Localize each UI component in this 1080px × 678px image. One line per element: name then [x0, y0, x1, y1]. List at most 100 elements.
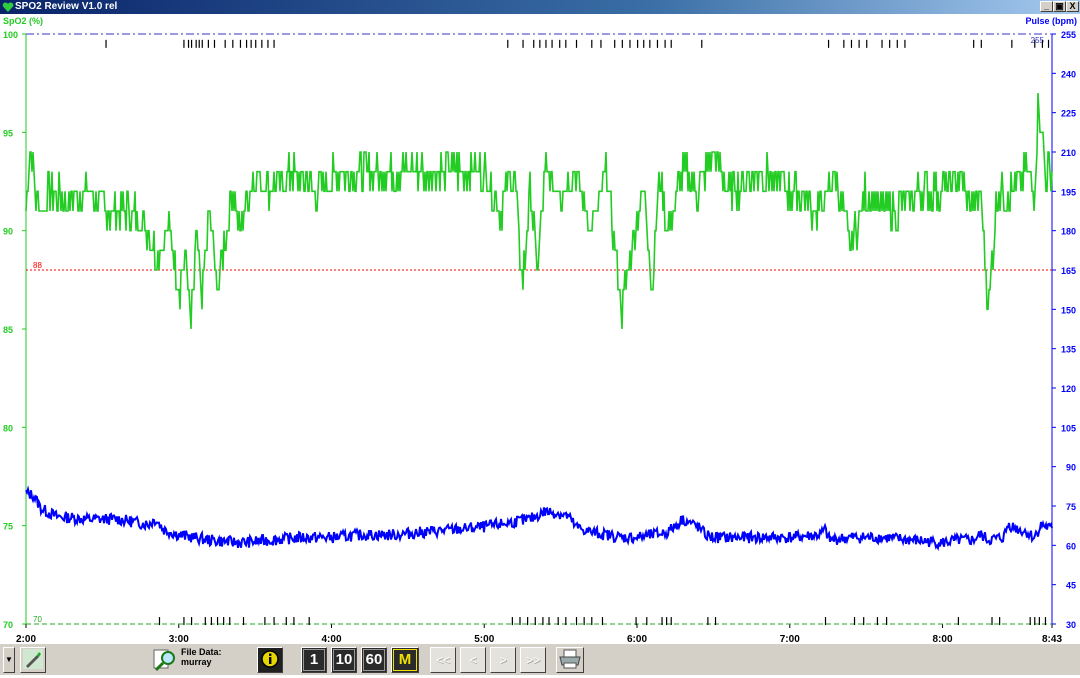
event-marker-top [190, 39, 193, 48]
pen-icon [23, 649, 43, 669]
probe-button[interactable] [20, 647, 46, 673]
nav-prev-button[interactable]: < [460, 647, 486, 673]
nav-last-button[interactable]: >> [520, 647, 546, 673]
right-tick-label: 180 [1061, 227, 1076, 237]
event-marker-top [207, 39, 209, 48]
x-tick-label: 7:00 [780, 634, 800, 643]
event-marker-bottom [957, 617, 959, 626]
right-tick-label: 210 [1061, 148, 1076, 158]
scale-1-label: 1 [303, 649, 325, 671]
right-tick-label: 165 [1061, 266, 1076, 276]
event-marker-top [670, 39, 672, 48]
event-marker-top [533, 39, 535, 48]
event-marker-top [232, 39, 234, 48]
event-marker-bottom [183, 617, 185, 626]
event-marker-bottom [511, 617, 513, 626]
event-marker-top [213, 39, 216, 48]
event-marker-bottom [293, 617, 295, 626]
event-marker-top [224, 39, 226, 48]
open-file-button[interactable] [152, 647, 178, 673]
event-marker-top [261, 39, 263, 48]
event-marker-bottom [542, 617, 544, 626]
left-tick-label: 100 [3, 30, 18, 40]
scale-1-button[interactable]: 1 [301, 647, 327, 673]
event-marker-bottom [519, 617, 521, 626]
reference-line-label: 88 [33, 261, 42, 270]
event-marker-top [255, 39, 257, 48]
event-marker-bottom [216, 617, 219, 626]
right-tick-label: 150 [1061, 305, 1076, 315]
print-button[interactable] [556, 647, 584, 673]
event-marker-top [522, 39, 524, 48]
info-icon [261, 650, 279, 668]
event-marker-bottom [707, 617, 709, 626]
event-marker-top [858, 39, 860, 48]
event-marker-bottom [527, 617, 529, 626]
x-tick-label: 6:00 [627, 634, 647, 643]
event-marker-top [267, 39, 269, 48]
right-tick-label: 135 [1061, 345, 1076, 355]
restore-button[interactable]: ▣ [1053, 1, 1066, 12]
info-button[interactable] [257, 647, 283, 673]
event-marker-top [105, 39, 107, 48]
minimize-button[interactable]: _ [1040, 1, 1053, 12]
scale-60-button[interactable]: 60 [361, 647, 387, 673]
event-marker-bottom [223, 617, 225, 626]
event-marker-bottom [1034, 617, 1036, 626]
event-marker-bottom [190, 617, 193, 626]
event-marker-top [1034, 39, 1036, 48]
left-tick-label: 75 [3, 522, 13, 532]
left-tick-label: 90 [3, 227, 13, 237]
event-marker-top [575, 39, 578, 48]
right-tick-label: 105 [1061, 423, 1076, 433]
scale-60-label: 60 [363, 649, 385, 671]
event-marker-top [201, 39, 203, 48]
event-marker-bottom [670, 617, 672, 626]
event-marker-top [656, 39, 659, 48]
nav-first-button[interactable]: << [430, 647, 456, 673]
event-marker-top [183, 39, 185, 48]
event-marker-top [896, 39, 898, 48]
event-marker-bottom [273, 617, 275, 626]
event-marker-bottom [158, 617, 161, 626]
scale-10-button[interactable]: 10 [331, 647, 357, 673]
scale-m-button[interactable]: M [391, 647, 419, 673]
event-marker-top [545, 39, 547, 48]
spo2-pulse-chart[interactable]: SpO2 (%) Pulse (bpm) 70 75 80 85 90 95 100 30 45 60… [0, 14, 1080, 643]
event-marker-bottom [308, 617, 310, 626]
event-marker-bottom [714, 617, 717, 626]
event-marker-bottom [1044, 617, 1047, 626]
right-tick-label: 60 [1066, 541, 1076, 551]
close-button[interactable]: X [1066, 1, 1079, 12]
left-tick-label: 70 [3, 620, 13, 630]
window-title: SPO2 Review V1.0 rel [15, 1, 118, 12]
right-axis-label: Pulse (bpm) [1025, 16, 1077, 26]
pulse-series-line [25, 485, 1053, 552]
title-bar: SPO2 Review V1.0 rel _ ▣ X [0, 0, 1080, 14]
event-marker-top [1047, 39, 1050, 48]
event-marker-top [551, 39, 553, 48]
spo2-series-line [25, 92, 1053, 330]
nav-next-button[interactable]: > [490, 647, 516, 673]
event-marker-bottom [210, 617, 213, 626]
event-marker-top [1011, 39, 1013, 48]
event-marker-bottom [886, 617, 888, 626]
event-marker-bottom [548, 617, 550, 626]
event-marker-top [621, 39, 623, 48]
right-tick-label: 30 [1066, 620, 1076, 630]
left-tick-label: 80 [3, 423, 13, 433]
event-marker-top [664, 39, 666, 48]
file-data-label: File Data: [181, 647, 222, 657]
event-marker-bottom [534, 617, 536, 626]
event-marker-bottom [229, 617, 231, 626]
event-marker-top [904, 39, 906, 48]
scale-10-label: 10 [333, 649, 355, 671]
event-marker-top [629, 39, 631, 48]
event-marker-top [507, 39, 509, 48]
right-tick-label: 45 [1066, 581, 1076, 591]
event-marker-top [866, 39, 868, 48]
left-tick-label: 95 [3, 128, 13, 138]
event-marker-bottom [1038, 617, 1040, 626]
dropdown-button[interactable]: ▼ [3, 647, 15, 673]
event-marker-top [881, 39, 883, 48]
